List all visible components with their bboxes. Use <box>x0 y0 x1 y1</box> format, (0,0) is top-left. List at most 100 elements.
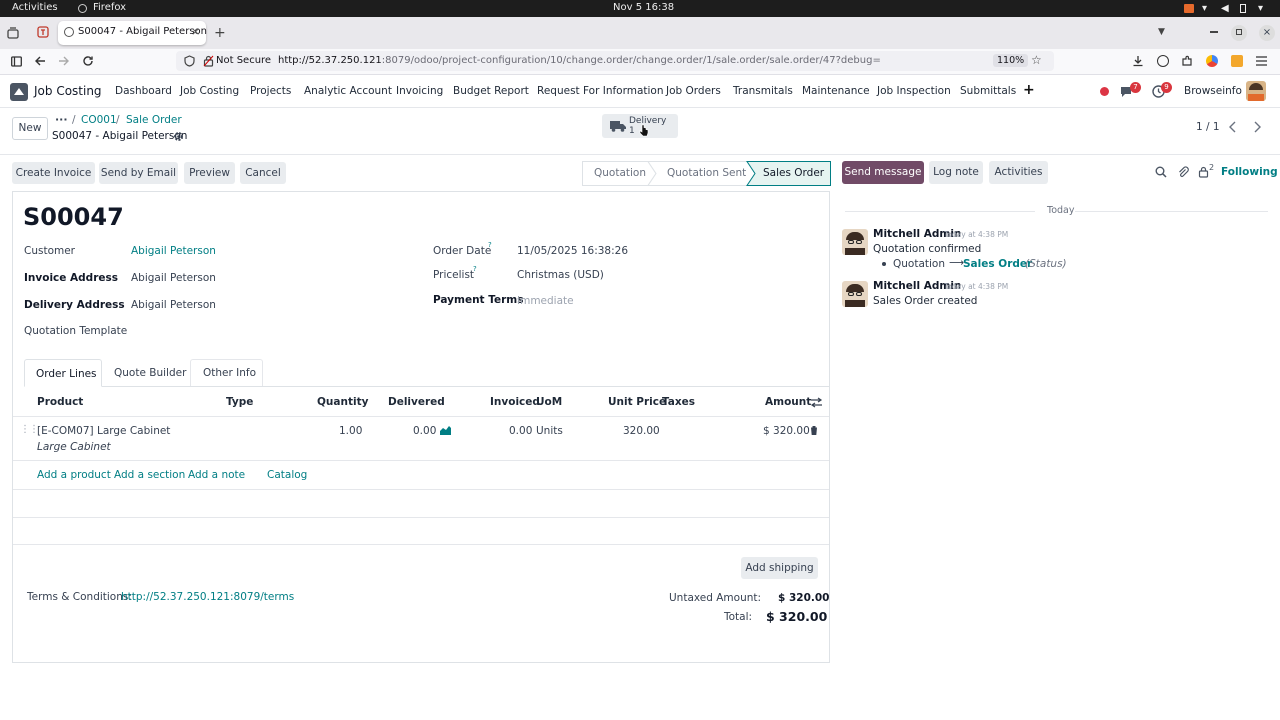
app-name[interactable]: Job Costing <box>34 84 102 98</box>
row-delivered[interactable]: 0.00 <box>413 425 436 437</box>
send-message-button[interactable]: Send message <box>842 161 924 184</box>
col-uom[interactable]: UoM <box>536 396 562 408</box>
tab-quote-builder[interactable]: Quote Builder <box>114 367 186 379</box>
reload-icon[interactable] <box>82 55 94 67</box>
new-tab-icon[interactable]: + <box>214 25 226 41</box>
menu-job-orders[interactable]: Job Orders <box>666 85 721 97</box>
followers-icon[interactable] <box>1198 166 1209 178</box>
row-invoiced[interactable]: 0.00 <box>509 425 532 437</box>
new-record-button[interactable]: New <box>12 117 48 140</box>
battery-icon[interactable] <box>1240 4 1246 13</box>
add-shipping-button[interactable]: Add shipping <box>741 557 818 579</box>
following-button[interactable]: Following <box>1221 166 1278 178</box>
author-avatar[interactable] <box>842 229 868 255</box>
account-icon[interactable] <box>1157 55 1169 67</box>
col-unit-price[interactable]: Unit Price <box>608 396 666 408</box>
author-avatar[interactable] <box>842 281 868 307</box>
tab-overview-icon[interactable] <box>7 27 19 39</box>
pricelist-field[interactable]: Christmas (USD) <box>517 269 604 281</box>
tracking-protection-icon[interactable] <box>184 55 195 67</box>
pinned-tab[interactable] <box>36 25 50 39</box>
tab-order-lines[interactable]: Order Lines <box>24 359 102 387</box>
create-invoice-button[interactable]: Create Invoice <box>12 162 95 184</box>
schedule-activities-button[interactable]: Activities <box>989 161 1048 184</box>
delivery-address-field[interactable]: Abigail Peterson <box>131 299 216 311</box>
send-by-email-button[interactable]: Send by Email <box>99 162 178 184</box>
zoom-indicator[interactable]: 110% <box>993 54 1029 67</box>
breadcrumb-more[interactable]: ··· <box>55 113 68 126</box>
recording-indicator-icon[interactable] <box>1100 87 1109 96</box>
order-date-help-icon[interactable]: ? <box>488 241 492 249</box>
colorful-extension-icon[interactable] <box>1206 55 1218 67</box>
quotation-template-field[interactable] <box>131 322 411 340</box>
record-settings-gear-icon[interactable] <box>173 131 184 142</box>
add-product-link[interactable]: Add a product <box>37 469 111 481</box>
preview-button[interactable]: Preview <box>184 162 235 184</box>
row-unit-price[interactable]: 320.00 <box>623 425 660 437</box>
status-quotation-sent[interactable]: Quotation Sent <box>667 167 746 179</box>
pager-next[interactable] <box>1246 117 1268 137</box>
menu-dashboard[interactable]: Dashboard <box>115 85 172 97</box>
minimize-window-icon[interactable] <box>1210 31 1218 33</box>
clock[interactable]: Nov 5 16:38 <box>613 2 674 13</box>
notification-app-icon[interactable] <box>1184 4 1194 13</box>
menu-invoicing[interactable]: Invoicing <box>396 85 443 97</box>
downloads-icon[interactable] <box>1132 55 1144 67</box>
menu-job-costing[interactable]: Job Costing <box>180 85 239 97</box>
sidebar-toggle-icon[interactable] <box>11 56 22 67</box>
menu-projects[interactable]: Projects <box>250 85 291 97</box>
app-menu-icon[interactable] <box>9 82 29 102</box>
delete-row-icon[interactable] <box>809 425 819 436</box>
add-note-link[interactable]: Add a note <box>188 469 245 481</box>
col-quantity[interactable]: Quantity <box>317 396 368 408</box>
user-avatar[interactable] <box>1246 81 1266 101</box>
paperclip-icon[interactable] <box>1177 166 1189 178</box>
tab-close-icon[interactable]: × <box>191 25 200 38</box>
log-note-button[interactable]: Log note <box>929 161 983 184</box>
catalog-link[interactable]: Catalog <box>267 469 307 481</box>
restore-window-button[interactable] <box>1231 25 1247 41</box>
table-row[interactable]: ⋮⋮ <box>13 417 829 460</box>
close-window-icon[interactable]: × <box>1259 25 1275 41</box>
order-date-field[interactable]: 11/05/2025 16:38:26 <box>517 245 628 257</box>
back-icon[interactable] <box>34 55 46 67</box>
hamburger-menu-icon[interactable] <box>1256 56 1267 66</box>
col-type[interactable]: Type <box>226 396 253 408</box>
add-section-link[interactable]: Add a section <box>114 469 185 481</box>
system-menu-icon[interactable]: ▾ <box>1258 3 1263 14</box>
col-product[interactable]: Product <box>37 396 83 408</box>
menu-transmitals[interactable]: Transmitals <box>733 85 793 97</box>
drag-handle-icon[interactable]: ⋮⋮ <box>20 424 39 435</box>
menu-job-inspection[interactable]: Job Inspection <box>877 85 951 97</box>
activities-button[interactable]: Activities <box>12 2 58 13</box>
pager-value[interactable]: 1 / 1 <box>1196 121 1220 133</box>
company-switcher[interactable]: Browseinfo <box>1184 85 1242 97</box>
payment-terms-field[interactable]: Immediate <box>517 295 574 307</box>
bookmark-star-icon[interactable]: ☆ <box>1031 53 1042 67</box>
cancel-button[interactable]: Cancel <box>240 162 286 184</box>
menu-budget-report[interactable]: Budget Report <box>453 85 529 97</box>
active-browser-tab[interactable]: S00047 - Abigail Peterson × <box>58 21 207 45</box>
row-description[interactable]: Large Cabinet <box>37 441 111 453</box>
pricelist-help-icon[interactable]: ? <box>473 265 477 273</box>
invoice-address-field[interactable]: Abigail Peterson <box>131 272 216 284</box>
menu-analytic-account[interactable]: Analytic Account <box>304 85 392 97</box>
menu-submittals[interactable]: Submittals <box>960 85 1016 97</box>
status-sales-order[interactable]: Sales Order <box>763 167 824 179</box>
customer-field[interactable]: Abigail Peterson <box>131 245 216 257</box>
pager-previous[interactable] <box>1222 117 1244 137</box>
insecure-lock-icon[interactable] <box>203 55 214 67</box>
search-icon[interactable] <box>1155 166 1167 178</box>
menu-maintenance[interactable]: Maintenance <box>802 85 870 97</box>
forecast-chart-icon[interactable] <box>439 425 452 436</box>
col-amount[interactable]: Amount <box>765 396 811 408</box>
row-product[interactable]: [E-COM07] Large Cabinet <box>37 425 170 437</box>
col-delivered[interactable]: Delivered <box>388 396 445 408</box>
volume-icon[interactable]: ◀ <box>1221 3 1229 14</box>
optional-columns-icon[interactable] <box>810 397 823 408</box>
status-quotation[interactable]: Quotation <box>594 167 646 179</box>
extensions-icon[interactable] <box>1181 55 1193 67</box>
forward-icon[interactable] <box>58 55 70 67</box>
col-invoiced[interactable]: Invoiced <box>490 396 540 408</box>
extension-icon-2[interactable] <box>1231 55 1243 67</box>
